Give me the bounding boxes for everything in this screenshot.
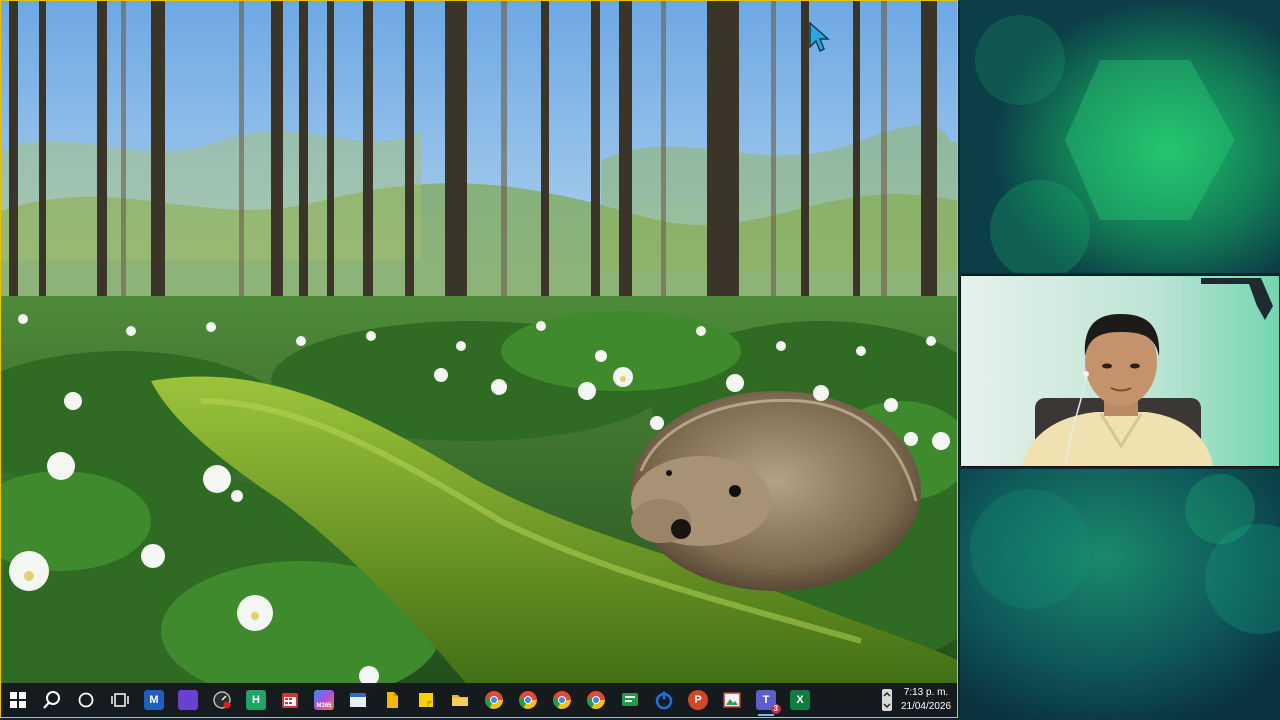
notification-badge: 3: [770, 704, 781, 714]
teams-icon: T 3: [756, 690, 781, 714]
video-call-panel: [960, 0, 1280, 720]
shared-screen: M H M365 P T 3 X 7:13 p. m. 21/04/2026: [0, 0, 958, 718]
cortana-button[interactable]: [69, 683, 103, 717]
task-view-button[interactable]: [103, 683, 137, 717]
power-icon: [655, 691, 673, 710]
participant-webcam-feed: [961, 276, 1279, 466]
folder-icon: [452, 695, 468, 706]
taskbar-powerpoint[interactable]: P: [681, 683, 715, 717]
chrome-icon: [586, 691, 605, 709]
desktop-wallpaper: [1, 1, 957, 717]
taskbar-app-18[interactable]: [715, 683, 749, 717]
taskbar-app-5[interactable]: [273, 683, 307, 717]
taskbar-app-8[interactable]: [375, 683, 409, 717]
taskbar-app-m365[interactable]: M365: [307, 683, 341, 717]
m365-icon: M365: [314, 690, 334, 710]
chrome-icon: [518, 691, 537, 709]
start-button[interactable]: [1, 683, 35, 717]
app-2-icon: [178, 690, 198, 710]
taskbar-app-3[interactable]: [205, 683, 239, 717]
search-icon: [43, 691, 60, 709]
taskbar: M H M365 P T 3 X 7:13 p. m. 21/04/2026: [1, 683, 957, 717]
video-tile-background-top: [960, 0, 1280, 273]
taskbar-app-15[interactable]: [613, 683, 647, 717]
chrome-icon: [484, 691, 503, 709]
taskbar-chrome-1[interactable]: [477, 683, 511, 717]
taskbar-app-9[interactable]: [409, 683, 443, 717]
participant-video-tile[interactable]: [960, 275, 1280, 467]
window-app-icon: [350, 693, 366, 707]
powerpoint-icon: P: [688, 690, 708, 710]
clock-date: 21/04/2026: [900, 701, 952, 712]
taskbar-app-16[interactable]: [647, 683, 681, 717]
taskbar-app-4[interactable]: H: [239, 683, 273, 717]
chat-app-icon: [622, 693, 638, 706]
taskbar-excel[interactable]: X: [783, 683, 817, 717]
clock-time: 7:13 p. m.: [903, 687, 949, 698]
taskbar-app-1[interactable]: M: [137, 683, 171, 717]
image-viewer-icon: [723, 692, 741, 708]
mouse-cursor-icon: [807, 21, 833, 55]
search-button[interactable]: [35, 683, 69, 717]
excel-icon: X: [790, 690, 810, 710]
taskbar-file-explorer[interactable]: [443, 683, 477, 717]
taskbar-app-2[interactable]: [171, 683, 205, 717]
sticky-notes-icon: [419, 693, 433, 707]
chevron-up-down-icon: [882, 689, 892, 711]
hedgehog-wallpaper-image: [1, 1, 957, 717]
taskbar-chrome-4[interactable]: [579, 683, 613, 717]
app-4-icon: H: [246, 690, 266, 710]
gauge-icon: [213, 691, 231, 709]
show-hidden-icons-button[interactable]: [879, 683, 895, 717]
document-icon: [387, 692, 398, 708]
taskbar-app-7[interactable]: [341, 683, 375, 717]
app-1-icon: M: [144, 690, 164, 710]
windows-logo-icon: [10, 692, 26, 708]
video-tile-background-bottom: [960, 469, 1280, 720]
taskbar-teams[interactable]: T 3: [749, 683, 783, 717]
chrome-icon: [552, 691, 571, 709]
system-clock[interactable]: 7:13 p. m. 21/04/2026: [895, 683, 957, 717]
circle-icon: [78, 692, 94, 708]
calendar-icon: [282, 693, 298, 708]
taskbar-chrome-2[interactable]: [511, 683, 545, 717]
task-view-icon: [111, 693, 129, 707]
taskbar-chrome-3[interactable]: [545, 683, 579, 717]
